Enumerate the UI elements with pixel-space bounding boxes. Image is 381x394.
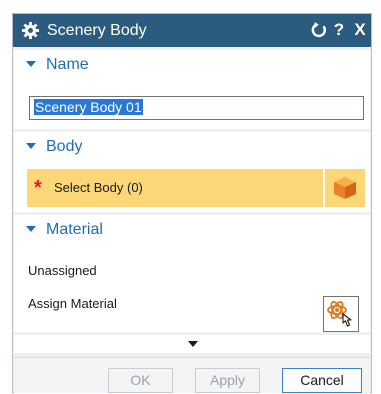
expand-down-icon bbox=[188, 341, 198, 347]
select-body-label: Select Body (0) bbox=[54, 180, 143, 195]
assign-material-icon bbox=[327, 301, 352, 327]
select-body-row[interactable]: * Select Body (0) bbox=[27, 169, 323, 207]
material-section: Material Unassigned Assign Material bbox=[14, 215, 370, 332]
required-marker: * bbox=[34, 177, 42, 199]
dialog-titlebar: Scenery Body ? X bbox=[13, 14, 371, 47]
name-input-value: Scenery Body 01 bbox=[34, 99, 143, 115]
reset-icon[interactable] bbox=[309, 20, 329, 40]
body-section: Body * Select Body (0) bbox=[14, 132, 370, 212]
collapse-triangle-icon bbox=[26, 226, 36, 232]
close-button[interactable]: X bbox=[350, 20, 370, 40]
name-section: Name Scenery Body 01 bbox=[14, 50, 370, 129]
name-section-label: Name bbox=[46, 56, 89, 73]
dialog-footer: OK Apply Cancel bbox=[14, 357, 370, 393]
body-section-label: Body bbox=[46, 138, 83, 155]
name-input[interactable]: Scenery Body 01 bbox=[29, 96, 364, 120]
collapse-triangle-icon bbox=[26, 143, 36, 149]
dialog-title: Scenery Body bbox=[47, 22, 147, 39]
ok-button[interactable]: OK bbox=[108, 368, 173, 393]
assign-material-button[interactable] bbox=[323, 296, 359, 332]
body-section-header[interactable]: Body bbox=[14, 132, 370, 160]
gear-icon bbox=[21, 21, 40, 40]
cube-icon bbox=[334, 177, 356, 199]
help-button[interactable]: ? bbox=[329, 20, 349, 40]
assign-material-label: Assign Material bbox=[28, 296, 117, 311]
select-body-button[interactable] bbox=[325, 169, 365, 207]
material-section-label: Material bbox=[46, 221, 103, 238]
material-status: Unassigned bbox=[28, 263, 97, 278]
scenery-body-dialog: Scenery Body ? X Name Scenery Body 01 Bo… bbox=[12, 13, 372, 393]
cancel-button[interactable]: Cancel bbox=[282, 368, 362, 393]
collapse-triangle-icon bbox=[26, 61, 36, 67]
name-section-header[interactable]: Name bbox=[14, 50, 370, 78]
reset-arrow-icon bbox=[311, 22, 327, 38]
material-section-header[interactable]: Material bbox=[14, 215, 370, 243]
apply-button[interactable]: Apply bbox=[195, 368, 260, 393]
more-options-expander[interactable] bbox=[14, 335, 370, 353]
